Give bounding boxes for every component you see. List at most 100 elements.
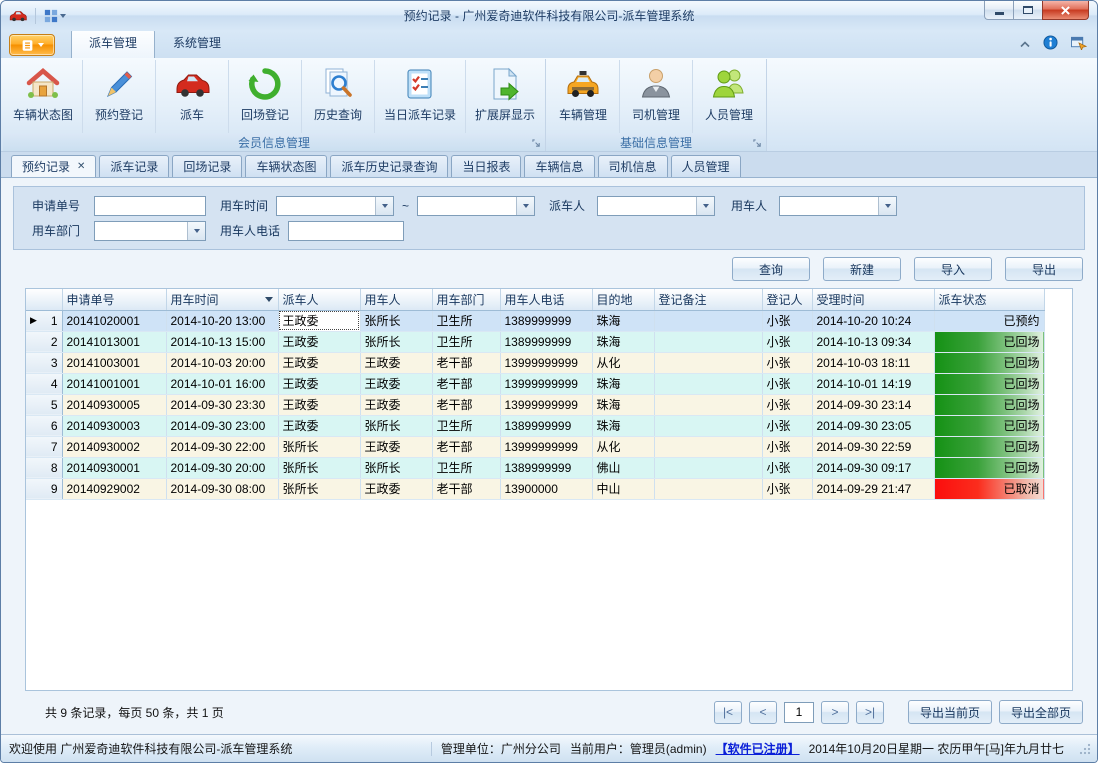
grid-cell-registrar[interactable]: 小张 [762,478,812,499]
grid-cell-accepted[interactable]: 2014-10-01 14:19 [812,373,934,394]
license-link[interactable]: 【软件已注册】 [716,740,800,757]
grid-cell-remark[interactable] [654,331,762,352]
document-tab[interactable]: 回场记录 [172,155,242,177]
chevron-down-icon[interactable] [516,197,534,215]
grid-cell-dispatcher[interactable]: 王政委 [278,394,360,415]
maximize-button[interactable] [1013,1,1042,20]
grid-cell-remark[interactable] [654,436,762,457]
grid-cell-phone[interactable]: 13999999999 [500,373,592,394]
grid-cell-status[interactable]: 已回场 [934,352,1044,373]
grid-cell-accepted[interactable]: 2014-10-03 18:11 [812,352,934,373]
grid-cell-accepted[interactable]: 2014-09-30 23:05 [812,415,934,436]
grid-cell-status[interactable]: 已回场 [934,436,1044,457]
minimize-button[interactable] [984,1,1013,20]
dept-combo[interactable] [94,221,206,241]
grid-cell-user[interactable]: 王政委 [360,436,432,457]
row-indicator[interactable]: 5 [26,394,62,415]
grid-cell-dest[interactable]: 珠海 [592,394,654,415]
column-header[interactable]: 派车状态 [934,289,1044,310]
grid-cell-dest[interactable]: 珠海 [592,415,654,436]
grid-cell-phone[interactable]: 1389999999 [500,310,592,331]
grid-cell-remark[interactable] [654,478,762,499]
grid-cell-registrar[interactable]: 小张 [762,373,812,394]
document-tab[interactable]: 派车历史记录查询 [330,155,448,177]
last-page-button[interactable]: >| [856,701,884,724]
export-button[interactable]: 导出 [1005,257,1083,281]
grid-cell-user[interactable]: 张所长 [360,415,432,436]
table-row[interactable]: 6201409300032014-09-30 23:00王政委张所长卫生所138… [26,415,1044,436]
grid-cell-user[interactable]: 张所长 [360,310,432,331]
column-header[interactable]: 派车人 [278,289,360,310]
collapse-ribbon-icon[interactable] [1019,37,1031,51]
grid-cell-status[interactable]: 已回场 [934,415,1044,436]
style-selector-icon[interactable] [1070,35,1087,53]
ribbon-button[interactable]: 人员管理 [692,60,765,133]
document-tab[interactable]: 人员管理 [671,155,741,177]
grid-cell-registrar[interactable]: 小张 [762,331,812,352]
chevron-down-icon[interactable] [696,197,714,215]
chevron-down-icon[interactable] [375,197,393,215]
grid-cell-accepted[interactable]: 2014-09-29 21:47 [812,478,934,499]
grid-cell-use_time[interactable]: 2014-09-30 08:00 [166,478,278,499]
row-indicator[interactable]: ▶1 [26,310,62,331]
grid-cell-use_time[interactable]: 2014-09-30 23:00 [166,415,278,436]
table-row[interactable]: 8201409300012014-09-30 20:00张所长张所长卫生所138… [26,457,1044,478]
dispatcher-combo[interactable] [597,196,715,216]
grid-cell-user[interactable]: 王政委 [360,373,432,394]
order-no-input[interactable] [94,196,206,216]
export-current-page-button[interactable]: 导出当前页 [908,700,992,724]
grid-cell-order_no[interactable]: 20141020001 [62,310,166,331]
column-header[interactable]: 受理时间 [812,289,934,310]
grid-cell-accepted[interactable]: 2014-09-30 22:59 [812,436,934,457]
ribbon-button[interactable]: 历史查询 [301,60,374,133]
grid-cell-dept[interactable]: 卫生所 [432,310,500,331]
grid-cell-dept[interactable]: 卫生所 [432,331,500,352]
grid-cell-status[interactable]: 已回场 [934,394,1044,415]
table-row[interactable]: 9201409290022014-09-30 08:00张所长王政委老干部139… [26,478,1044,499]
table-row[interactable]: 3201410030012014-10-03 20:00王政委王政委老干部139… [26,352,1044,373]
grid-cell-dest[interactable]: 珠海 [592,310,654,331]
grid-cell-use_time[interactable]: 2014-09-30 23:30 [166,394,278,415]
grid-cell-dept[interactable]: 老干部 [432,478,500,499]
row-indicator[interactable]: 6 [26,415,62,436]
app-menu-button[interactable] [9,34,55,56]
grid-cell-dept[interactable]: 老干部 [432,394,500,415]
grid-cell-remark[interactable] [654,415,762,436]
grid-cell-accepted[interactable]: 2014-09-30 09:17 [812,457,934,478]
row-indicator[interactable]: 7 [26,436,62,457]
tab-close-icon[interactable]: ✕ [77,161,85,172]
grid-cell-registrar[interactable]: 小张 [762,457,812,478]
grid-cell-dept[interactable]: 老干部 [432,373,500,394]
document-tab[interactable]: 派车记录 [99,155,169,177]
column-header[interactable]: 用车部门 [432,289,500,310]
grid-cell-order_no[interactable]: 20141001001 [62,373,166,394]
ribbon-button[interactable]: 车辆状态图 [4,60,82,133]
document-tab[interactable]: 司机信息 [598,155,668,177]
document-tab[interactable]: 当日报表 [451,155,521,177]
first-page-button[interactable]: |< [714,701,742,724]
table-row[interactable]: 5201409300052014-09-30 23:30王政委王政委老干部139… [26,394,1044,415]
grid-cell-dest[interactable]: 珠海 [592,331,654,352]
prev-page-button[interactable]: < [749,701,777,724]
grid-cell-registrar[interactable]: 小张 [762,352,812,373]
document-tab[interactable]: 预约记录 ✕ [11,155,96,177]
grid-cell-dispatcher[interactable]: 张所长 [278,457,360,478]
grid-cell-phone[interactable]: 1389999999 [500,457,592,478]
grid-cell-dest[interactable]: 从化 [592,436,654,457]
grid-cell-order_no[interactable]: 20140930002 [62,436,166,457]
grid-cell-order_no[interactable]: 20140930005 [62,394,166,415]
grid-cell-dest[interactable]: 珠海 [592,373,654,394]
grid-cell-registrar[interactable]: 小张 [762,394,812,415]
grid-cell-phone[interactable]: 13999999999 [500,436,592,457]
grid-cell-user[interactable]: 王政委 [360,394,432,415]
export-all-pages-button[interactable]: 导出全部页 [999,700,1083,724]
resize-grip-icon[interactable] [1079,743,1091,755]
grid-cell-user[interactable]: 张所长 [360,457,432,478]
grid-cell-phone[interactable]: 13999999999 [500,352,592,373]
grid-cell-dept[interactable]: 卫生所 [432,457,500,478]
phone-input[interactable] [288,221,404,241]
ribbon-tab[interactable]: 派车管理 [71,29,155,58]
grid-cell-dispatcher[interactable]: 张所长 [278,478,360,499]
user-combo[interactable] [779,196,897,216]
document-tab[interactable]: 车辆信息 [524,155,594,177]
